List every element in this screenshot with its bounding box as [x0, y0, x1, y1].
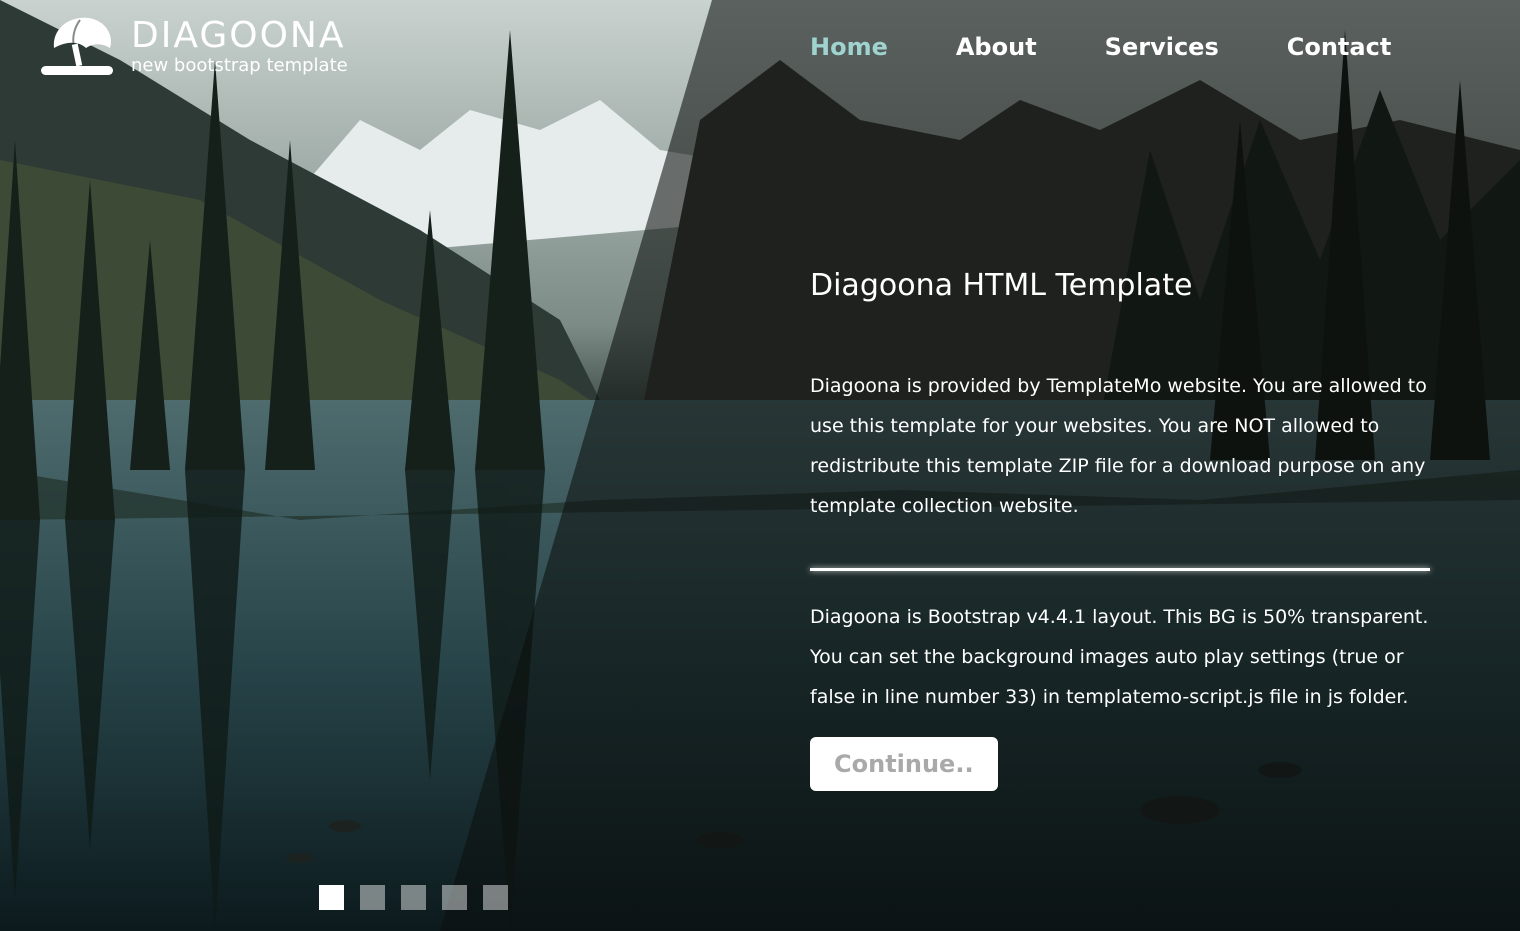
hero-paragraph-1: Diagoona is provided by TemplateMo websi… — [810, 375, 1427, 517]
continue-button[interactable]: Continue.. — [810, 737, 998, 791]
main-nav: Home About Services Contact — [810, 30, 1459, 64]
brand-title: DIAGOONA — [131, 15, 346, 56]
nav-services[interactable]: Services — [1105, 30, 1219, 64]
hero-divider — [810, 568, 1430, 571]
nav-contact[interactable]: Contact — [1287, 30, 1392, 64]
umbrella-icon — [40, 14, 114, 78]
slider-dot-2[interactable] — [360, 885, 385, 910]
brand-subtitle: new bootstrap template — [131, 55, 348, 76]
slider-dot-4[interactable] — [442, 885, 467, 910]
hero-paragraph-2: Diagoona is Bootstrap v4.4.1 layout. Thi… — [810, 606, 1429, 708]
slider-dot-1[interactable] — [319, 885, 344, 910]
slider-dot-5[interactable] — [483, 885, 508, 910]
nav-home[interactable]: Home — [810, 30, 888, 64]
slider-dots — [319, 885, 524, 910]
brand-logo[interactable]: DIAGOONA new bootstrap template — [40, 14, 348, 78]
slider-dot-3[interactable] — [401, 885, 426, 910]
nav-about[interactable]: About — [956, 30, 1037, 64]
hero-heading: Diagoona HTML Template — [810, 268, 1193, 303]
hero-content: Diagoona HTML Template Diagoona is provi… — [810, 266, 1430, 791]
